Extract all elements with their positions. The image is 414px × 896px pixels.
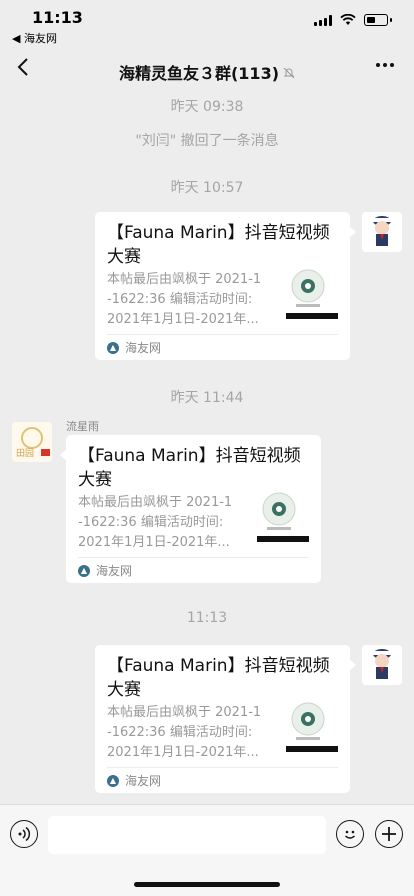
avatar[interactable] (362, 212, 402, 252)
qr-thumbnail (257, 489, 309, 545)
card-desc-line: -1622:36 编辑活动时间: (78, 515, 224, 530)
source-logo-icon: ▲ (107, 341, 119, 354)
chat-area[interactable]: 昨天 09:38 "刘闫" 撤回了一条消息 昨天 10:57 【Fauna Ma… (0, 92, 414, 804)
chat-title: 海精灵鱼友３群(113) (0, 60, 414, 84)
card-desc-line: -1622:36 编辑活动时间: (107, 292, 253, 307)
chat-title-text: 海精灵鱼友３群(113) (118, 64, 280, 83)
card-title: 【Fauna Marin】抖音短视频大赛 (107, 223, 330, 267)
emoji-icon[interactable] (336, 820, 364, 848)
card-title: 【Fauna Marin】抖音短视频大赛 (107, 656, 330, 700)
qr-thumbnail (286, 266, 338, 322)
status-icons (314, 14, 392, 26)
more-icon[interactable] (374, 54, 396, 82)
home-indicator[interactable] (134, 882, 280, 887)
card-source: 海友网 (125, 341, 162, 355)
link-card[interactable]: 【Fauna Marin】抖音短视频大赛 本帖最后由飒枫于 2021-1 -16… (95, 645, 356, 793)
source-logo-icon: ▲ (78, 564, 90, 577)
wifi-icon (340, 14, 356, 25)
status-bar: 11:13 ◀ 海友网 (0, 0, 414, 46)
bell-off-icon (283, 67, 295, 82)
svg-text:田园: 田园 (16, 448, 34, 459)
card-source: 海友网 (125, 774, 162, 788)
link-card[interactable]: 【Fauna Marin】抖音短视频大赛 本帖最后由飒枫于 2021-1 -16… (95, 212, 356, 360)
qr-thumbnail (286, 699, 338, 755)
card-desc-line: -1622:36 编辑活动时间: (107, 725, 253, 740)
card-desc-line: 2021年1月1日-2021年... (107, 312, 259, 327)
timestamp: 昨天 10:57 (170, 180, 244, 196)
avatar[interactable] (362, 645, 402, 685)
card-description: 本帖最后由飒枫于 2021-1 -1622:36 编辑活动时间: 2021年1月… (107, 703, 275, 763)
card-description: 本帖最后由飒枫于 2021-1 -1622:36 编辑活动时间: 2021年1月… (78, 493, 246, 553)
card-footer: ▲ 海友网 (78, 557, 309, 583)
source-logo-icon: ▲ (107, 774, 119, 787)
card-desc-line: 2021年1月1日-2021年... (78, 535, 230, 550)
message-input[interactable] (48, 816, 326, 854)
timestamp: 昨天 09:38 (170, 99, 244, 115)
card-footer: ▲ 海友网 (107, 767, 338, 793)
battery-icon (364, 14, 388, 26)
signal-icon (314, 14, 332, 26)
card-desc-line: 2021年1月1日-2021年... (107, 745, 259, 760)
link-card[interactable]: 【Fauna Marin】抖音短视频大赛 本帖最后由飒枫于 2021-1 -16… (60, 435, 321, 583)
recall-notice: "刘闫" 撤回了一条消息 (135, 133, 279, 149)
card-description: 本帖最后由飒枫于 2021-1 -1622:36 编辑活动时间: 2021年1月… (107, 270, 275, 330)
card-footer: ▲ 海友网 (107, 334, 338, 360)
card-desc-line: 本帖最后由飒枫于 2021-1 (107, 272, 262, 287)
card-desc-line: 本帖最后由飒枫于 2021-1 (78, 495, 233, 510)
card-source: 海友网 (96, 564, 133, 578)
avatar[interactable]: 田园 (12, 422, 52, 462)
nav-bar: 海精灵鱼友３群(113) (0, 50, 414, 92)
voice-icon[interactable] (10, 820, 38, 848)
status-time: 11:13 (32, 8, 83, 27)
back-to-app-link[interactable]: ◀ 海友网 (12, 30, 57, 46)
timestamp: 昨天 11:44 (170, 390, 244, 406)
card-title: 【Fauna Marin】抖音短视频大赛 (78, 446, 301, 490)
plus-icon[interactable] (375, 820, 403, 848)
sender-name: 流星雨 (66, 420, 99, 433)
timestamp: 11:13 (186, 610, 228, 626)
card-desc-line: 本帖最后由飒枫于 2021-1 (107, 705, 262, 720)
